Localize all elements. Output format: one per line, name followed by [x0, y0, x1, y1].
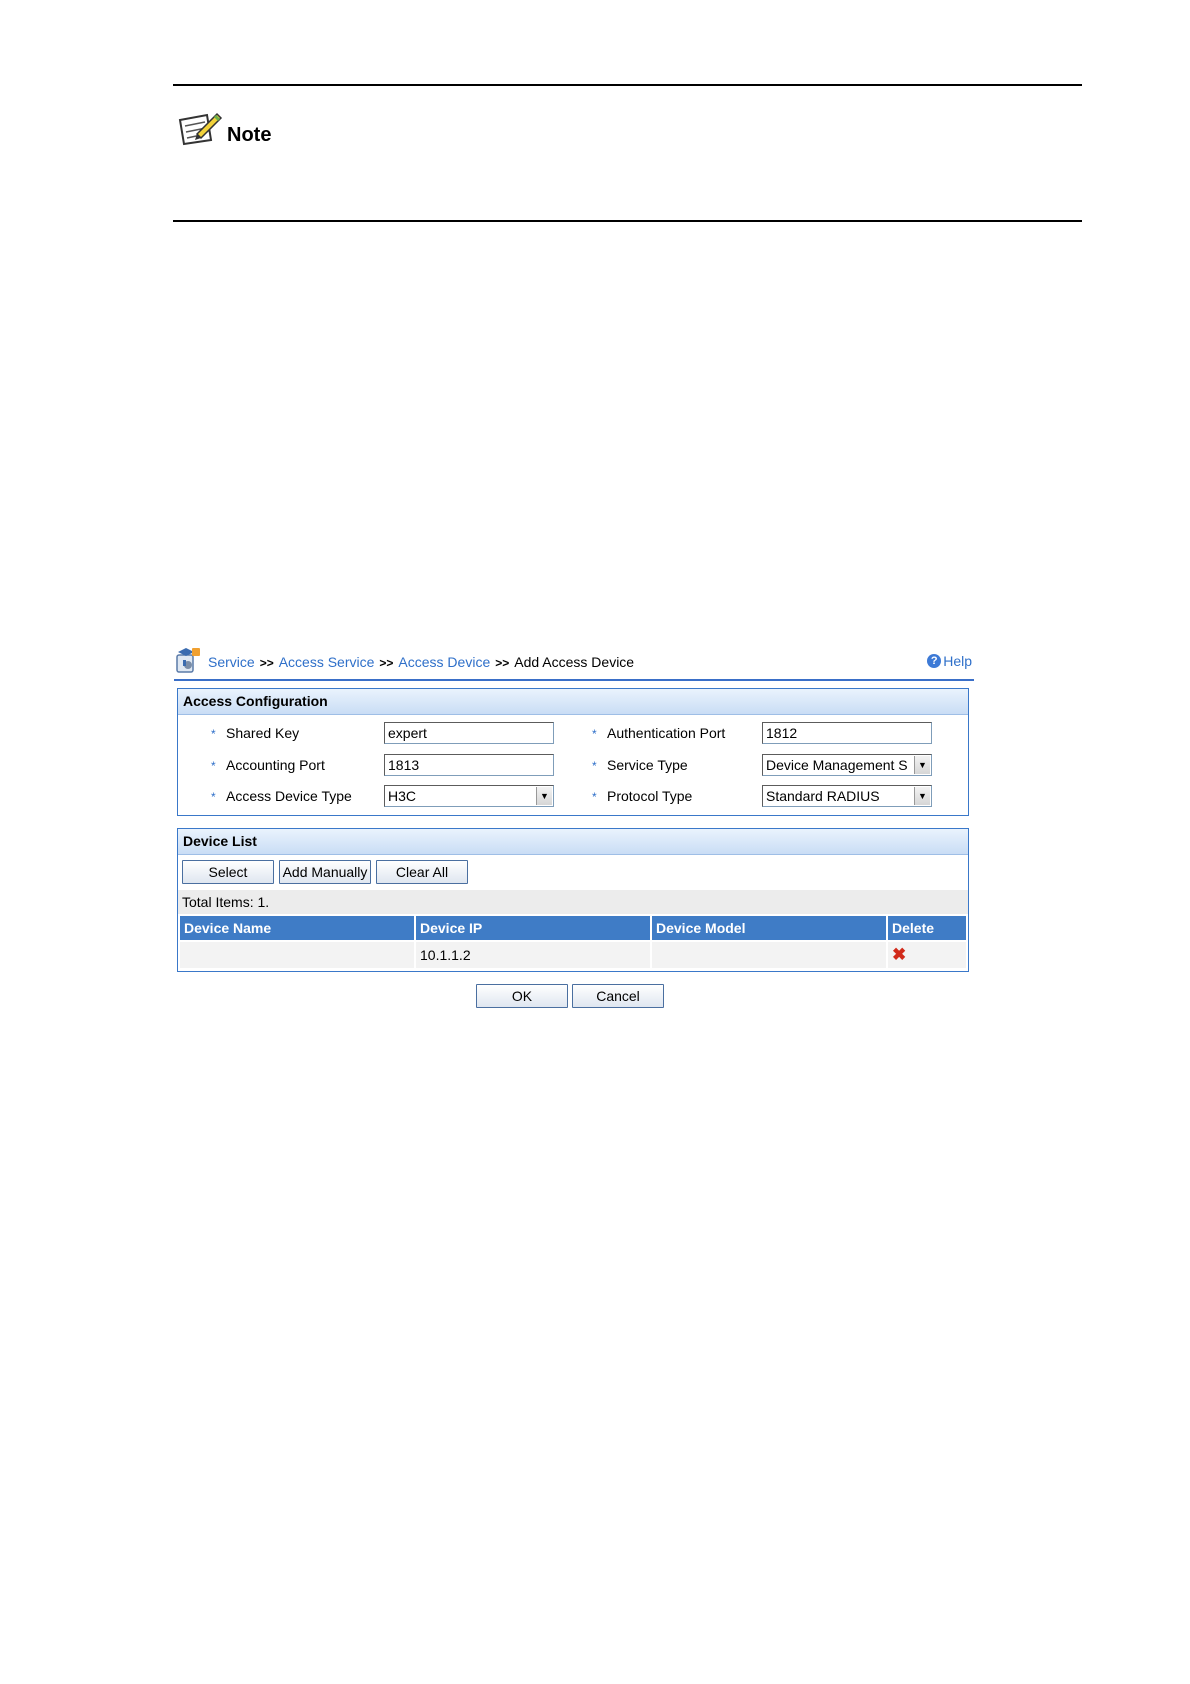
select-button[interactable]: Select — [182, 860, 274, 884]
breadcrumb-service[interactable]: Service — [208, 654, 255, 670]
breadcrumb-rule — [174, 679, 974, 681]
protocol-type-select[interactable]: Standard RADIUS ▼ — [762, 785, 932, 807]
chevron-down-icon[interactable]: ▼ — [536, 787, 552, 805]
breadcrumb-separator: >> — [379, 656, 394, 670]
service-type-select[interactable]: Device Management S ▼ — [762, 754, 932, 776]
breadcrumb-separator: >> — [495, 656, 510, 670]
breadcrumb-separator: >> — [259, 656, 274, 670]
service-type-label: Service Type — [607, 757, 688, 773]
shared-key-input[interactable]: expert — [384, 722, 554, 744]
required-mark: * — [211, 759, 216, 773]
access-device-type-label: Access Device Type — [226, 788, 352, 804]
required-mark: * — [592, 759, 597, 773]
breadcrumb-access-device[interactable]: Access Device — [398, 654, 490, 670]
note-label: Note — [227, 124, 272, 146]
access-configuration-panel: Access Configuration * Shared Key expert… — [177, 688, 969, 816]
column-device-ip[interactable]: Device IP — [416, 916, 650, 940]
note-pencil-icon — [178, 112, 223, 146]
service-type-value: Device Management S — [766, 757, 908, 773]
breadcrumb-current: Add Access Device — [514, 654, 635, 670]
column-device-name[interactable]: Device Name — [180, 916, 414, 940]
device-list-title: Device List — [178, 829, 968, 855]
cell-device-model — [652, 942, 886, 968]
cell-delete: ✖ — [888, 942, 966, 968]
chevron-down-icon[interactable]: ▼ — [914, 787, 930, 805]
total-items: Total Items: 1. — [178, 890, 968, 914]
cell-device-ip: 10.1.1.2 — [416, 942, 650, 968]
required-mark: * — [211, 790, 216, 804]
device-list-panel: Device List Select Add Manually Clear Al… — [177, 828, 969, 972]
shared-key-label: Shared Key — [226, 725, 300, 741]
required-mark: * — [592, 790, 597, 804]
required-mark: * — [211, 727, 216, 741]
table-row: 10.1.1.2 ✖ — [180, 942, 968, 968]
access-device-type-select[interactable]: H3C ▼ — [384, 785, 554, 807]
note-bottom-rule — [173, 220, 1082, 222]
column-delete: Delete — [888, 916, 966, 940]
cell-device-name — [180, 942, 414, 968]
add-manually-button[interactable]: Add Manually — [279, 860, 371, 884]
delete-icon[interactable]: ✖ — [892, 945, 906, 964]
authentication-port-input[interactable]: 1812 — [762, 722, 932, 744]
accounting-port-label: Accounting Port — [226, 757, 325, 773]
device-table-header: Device Name Device IP Device Model Delet… — [180, 916, 968, 940]
add-access-device-window: Service >> Access Service >> Access Device >>… — [174, 646, 974, 1016]
clear-all-button[interactable]: Clear All — [376, 860, 468, 884]
service-icon — [176, 648, 200, 673]
chevron-down-icon[interactable]: ▼ — [914, 756, 930, 774]
authentication-port-label: Authentication Port — [607, 725, 726, 741]
note-top-rule — [173, 84, 1082, 86]
protocol-type-label: Protocol Type — [607, 788, 693, 804]
accounting-port-input[interactable]: 1813 — [384, 754, 554, 776]
breadcrumb: Service >> Access Service >> Access Device >>… — [208, 654, 634, 670]
column-device-model[interactable]: Device Model — [652, 916, 886, 940]
access-configuration-title: Access Configuration — [178, 689, 968, 715]
cancel-button[interactable]: Cancel — [572, 984, 664, 1008]
breadcrumb-access-service[interactable]: Access Service — [279, 654, 375, 670]
help-label: Help — [943, 653, 972, 669]
required-mark: * — [592, 727, 597, 741]
access-device-type-value: H3C — [388, 788, 417, 804]
help-icon: ? — [927, 654, 942, 668]
help-link[interactable]: ? Help — [927, 653, 972, 669]
ok-button[interactable]: OK — [476, 984, 568, 1008]
protocol-type-value: Standard RADIUS — [766, 788, 880, 804]
